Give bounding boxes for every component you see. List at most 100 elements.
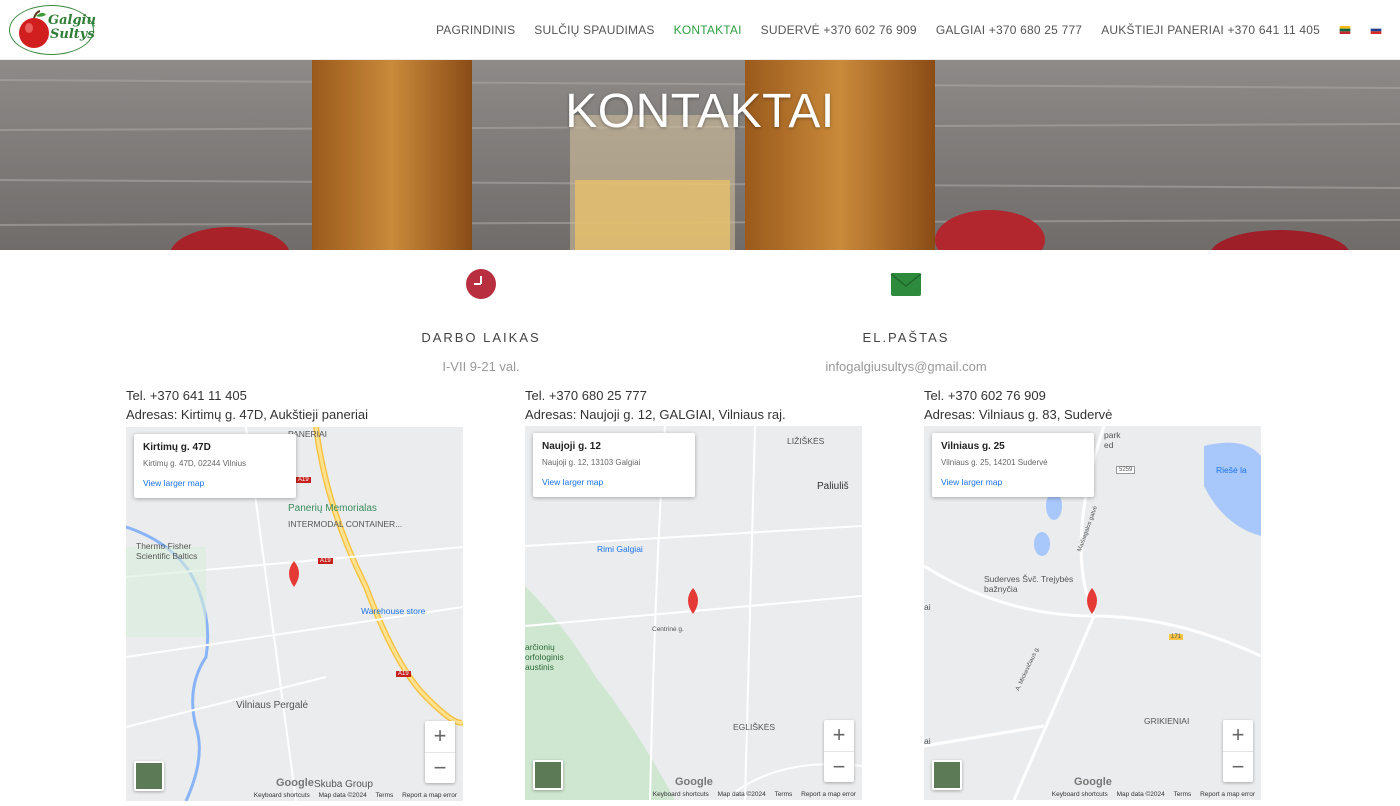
working-hours-value: I-VII 9-21 val. <box>442 359 520 374</box>
map-card-title: Vilniaus g. 25 <box>941 441 1005 452</box>
logo-line-1: Galgių <box>48 13 96 28</box>
zoom-in-button[interactable]: + <box>425 721 455 752</box>
map-footer: Keyboard shortcuts Map data ©2024 Terms … <box>126 792 463 799</box>
map-card-address: Naujoji g. 12, 13103 Galgiai <box>542 458 641 467</box>
map-label: EGLIŠKĖS <box>733 722 776 732</box>
map-info-card: Naujoji g. 12 Naujoji g. 12, 13103 Galgi… <box>533 433 695 497</box>
road-shield: 5259 <box>1116 466 1136 474</box>
map-label: Vilniaus Pergalė <box>236 700 309 711</box>
map-card-address: Vilniaus g. 25, 14201 Sudervė <box>941 458 1048 467</box>
location-suderve: Tel. +370 602 76 909 Adresas: Vilniaus g… <box>924 386 1264 424</box>
satellite-toggle-button[interactable] <box>134 761 164 791</box>
location-phone: Tel. +370 680 25 777 <box>525 388 647 403</box>
terms-link[interactable]: Terms <box>775 791 793 798</box>
road-shield: 171 <box>1169 634 1184 640</box>
zoom-out-button[interactable]: − <box>824 751 854 782</box>
flag-lithuania-icon[interactable] <box>1339 26 1351 34</box>
hero-banner: KONTAKTAI <box>0 60 1400 250</box>
map-label: Riešė la <box>1216 465 1247 475</box>
zoom-in-button[interactable]: + <box>824 720 854 751</box>
road-shield: A19 <box>396 671 411 677</box>
view-larger-map-link[interactable]: View larger map <box>542 477 686 487</box>
map-info-card: Kirtimų g. 47D Kirtimų g. 47D, 02244 Vil… <box>134 434 296 498</box>
location-address: Adresas: Naujoji g. 12, GALGIAI, Vilniau… <box>525 407 786 422</box>
site-header: Galgių Sultys PAGRINDINIS SULČIŲ SPAUDIM… <box>0 0 1400 60</box>
map-label: Suderves Švč. Trejybės bažnyčia <box>984 574 1074 594</box>
keyboard-shortcuts-link[interactable]: Keyboard shortcuts <box>1052 791 1108 798</box>
map-card-title: Naujoji g. 12 <box>542 441 601 452</box>
nav-item-kontaktai[interactable]: KONTAKTAI <box>674 23 742 37</box>
map-suderve[interactable]: park ed Riešė la 5259 Suderves Švč. Trej… <box>924 426 1261 800</box>
working-hours-title: DARBO LAIKAS <box>421 330 541 345</box>
map-footer: Keyboard shortcuts Map data ©2024 Terms … <box>924 791 1261 798</box>
map-label: ed <box>1104 440 1114 450</box>
nav-item-pagrindinis[interactable]: PAGRINDINIS <box>436 23 515 37</box>
page-title: KONTAKTAI <box>565 85 835 138</box>
main-nav: PAGRINDINIS SULČIŲ SPAUDIMAS KONTAKTAI S… <box>436 0 1382 60</box>
nav-item-aukstieji-paneriai-phone[interactable]: AUKŠTIEJI PANERIAI +370 641 11 405 <box>1101 23 1320 37</box>
map-label: Skuba Group <box>314 779 373 790</box>
map-label: arčionių orfologinis austinis <box>525 642 564 672</box>
location-address: Adresas: Kirtimų g. 47D, Aukštieji paner… <box>126 407 369 422</box>
flag-russia-icon[interactable] <box>1370 26 1382 34</box>
map-data-label: Map data ©2024 <box>318 792 367 799</box>
keyboard-shortcuts-link[interactable]: Keyboard shortcuts <box>653 791 709 798</box>
nav-item-sulciu-spaudimas[interactable]: SULČIŲ SPAUDIMAS <box>534 23 654 37</box>
email-title: EL.PAŠTAS <box>862 330 950 345</box>
terms-link[interactable]: Terms <box>376 792 394 799</box>
nav-item-suderve-phone[interactable]: SUDERVĖ +370 602 76 909 <box>761 23 917 37</box>
map-card-address: Kirtimų g. 47D, 02244 Vilnius <box>143 459 247 468</box>
report-map-error-link[interactable]: Report a map error <box>1200 791 1255 798</box>
map-label: Panerių Memorialas <box>288 503 377 514</box>
map-label: ai <box>924 602 931 612</box>
map-zoom-controls: + − <box>824 720 854 782</box>
report-map-error-link[interactable]: Report a map error <box>402 792 457 799</box>
view-larger-map-link[interactable]: View larger map <box>143 478 287 488</box>
map-label: Rimi Galgiai <box>597 544 643 554</box>
map-label: INTERMODAL CONTAINER... <box>288 519 403 529</box>
location-phone: Tel. +370 641 11 405 <box>126 388 247 403</box>
location-galgiai: Tel. +370 680 25 777 Adresas: Naujoji g.… <box>525 386 865 424</box>
google-logo: Google <box>276 777 314 789</box>
terms-link[interactable]: Terms <box>1174 791 1192 798</box>
road-shield: A19 <box>296 477 311 483</box>
nav-item-galgiai-phone[interactable]: GALGIAI +370 680 25 777 <box>936 23 1082 37</box>
map-label: Thermo Fisher Scientific Baltics <box>136 541 198 561</box>
map-label: Centrinė g. <box>652 626 684 633</box>
email-block: EL.PAŠTAS infogalgiusultys@gmail.com <box>756 268 1056 374</box>
map-label: ai <box>924 736 931 746</box>
logo-line-2: Sultys <box>50 27 95 42</box>
map-label: LIŽIŠKĖS <box>787 436 825 446</box>
email-value[interactable]: infogalgiusultys@gmail.com <box>756 359 1056 374</box>
map-zoom-controls: + − <box>425 721 455 783</box>
map-card-title: Kirtimų g. 47D <box>143 442 211 453</box>
map-galgiai[interactable]: LIŽIŠKĖS Paliuliš Rimi Galgiai Centrinė … <box>525 426 862 800</box>
report-map-error-link[interactable]: Report a map error <box>801 791 856 798</box>
envelope-icon <box>890 273 922 296</box>
location-paneriai: Tel. +370 641 11 405 Adresas: Kirtimų g.… <box>126 386 466 424</box>
map-data-label: Map data ©2024 <box>1116 791 1165 798</box>
zoom-out-button[interactable]: − <box>1223 751 1253 782</box>
map-label: park <box>1104 430 1121 440</box>
satellite-toggle-button[interactable] <box>932 760 962 790</box>
view-larger-map-link[interactable]: View larger map <box>941 477 1085 487</box>
map-data-label: Map data ©2024 <box>717 791 766 798</box>
clock-icon <box>466 269 496 299</box>
map-label: Warehouse store <box>361 606 426 616</box>
location-phone: Tel. +370 602 76 909 <box>924 388 1046 403</box>
google-logo: Google <box>1074 776 1112 788</box>
map-zoom-controls: + − <box>1223 720 1253 782</box>
zoom-out-button[interactable]: − <box>425 752 455 783</box>
keyboard-shortcuts-link[interactable]: Keyboard shortcuts <box>254 792 310 799</box>
map-paneriai[interactable]: PANERIAI Panerių Memorialas INTERMODAL C… <box>126 427 463 801</box>
google-logo: Google <box>675 776 713 788</box>
site-logo[interactable]: Galgių Sultys <box>9 5 96 55</box>
road-shield: A19 <box>318 558 333 564</box>
location-address: Adresas: Vilniaus g. 83, Sudervė <box>924 407 1113 422</box>
zoom-in-button[interactable]: + <box>1223 720 1253 751</box>
map-info-card: Vilniaus g. 25 Vilniaus g. 25, 14201 Sud… <box>932 433 1094 497</box>
map-label: Paliuliš <box>817 481 849 492</box>
working-hours-block: DARBO LAIKAS I-VII 9-21 val. <box>331 268 631 374</box>
satellite-toggle-button[interactable] <box>533 760 563 790</box>
map-label: GRIKIENIAI <box>1144 716 1190 726</box>
